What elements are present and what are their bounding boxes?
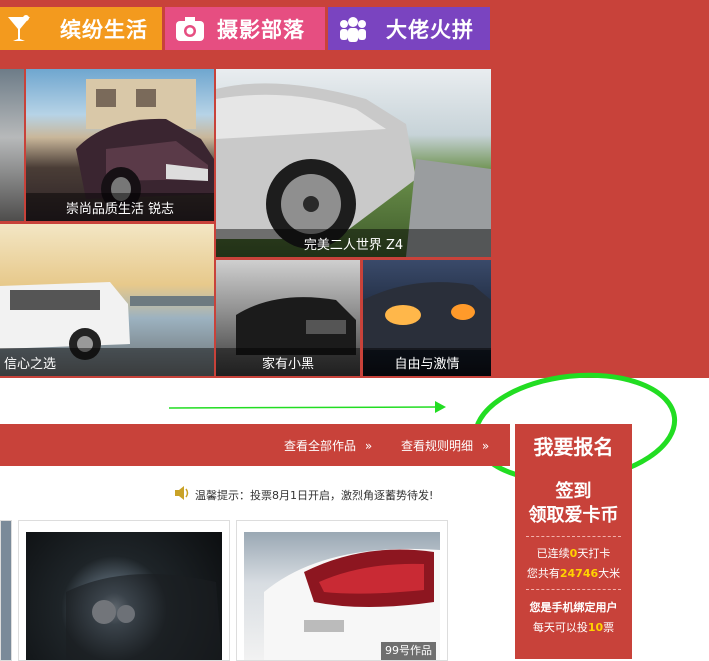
gallery-caption: 崇尚品质生活 锐志 bbox=[26, 193, 214, 221]
view-all-works-link[interactable]: 查看全部作品 » bbox=[284, 437, 372, 454]
work-thumb-partial[interactable] bbox=[0, 520, 12, 661]
speaker-icon bbox=[173, 485, 191, 504]
tab-label: 摄影部落 bbox=[217, 17, 305, 42]
gallery-tile-partial[interactable] bbox=[0, 69, 24, 221]
notice: 温馨提示：投票8月1日开启，激烈角逐蓄势待发! bbox=[173, 485, 433, 504]
checkin-subtitle[interactable]: 领取爱卡币 bbox=[515, 504, 632, 528]
view-rules-label: 查看规则明细 bbox=[401, 439, 474, 453]
gallery-tile-black-car[interactable]: 家有小黑 bbox=[216, 260, 360, 376]
tab-showdown[interactable]: 大佬火拼 bbox=[328, 7, 490, 50]
tab-photography[interactable]: 摄影部落 bbox=[165, 7, 325, 50]
cocktail-icon bbox=[0, 7, 38, 50]
work-photo: 99号作品 bbox=[244, 532, 440, 660]
gallery-tile-reiz[interactable]: 崇尚品质生活 锐志 bbox=[26, 69, 214, 221]
work-thumb[interactable] bbox=[18, 520, 230, 661]
work-photo bbox=[26, 532, 222, 660]
work-number-label: 99号作品 bbox=[381, 642, 436, 660]
checkin-panel: 签到 领取爱卡币 已连续0天打卡 您共有24746大米 您是手机绑定用户 每天可… bbox=[515, 466, 632, 659]
tab-lifestyle[interactable]: 缤纷生活 bbox=[0, 7, 162, 50]
divider bbox=[526, 589, 621, 590]
view-rules-link[interactable]: 查看规则明细 » bbox=[401, 437, 489, 454]
tab-label: 大佬火拼 bbox=[386, 17, 474, 42]
gallery-tile-lights[interactable]: 自由与激情 bbox=[363, 260, 491, 376]
double-chevron-icon: » bbox=[364, 439, 373, 453]
view-all-label: 查看全部作品 bbox=[284, 439, 357, 453]
total-text: 您共有24746大米 bbox=[526, 567, 621, 580]
divider bbox=[526, 536, 621, 537]
phone-bound-text: 您是手机绑定用户 bbox=[529, 601, 618, 614]
gallery-tile-suv[interactable]: 信心之选 bbox=[0, 224, 214, 376]
tab-label: 缤纷生活 bbox=[60, 17, 148, 42]
signup-button[interactable]: 我要报名 bbox=[515, 424, 632, 466]
work-thumb[interactable]: 99号作品 bbox=[236, 520, 448, 661]
checkin-title[interactable]: 签到 bbox=[515, 480, 632, 504]
gallery-tile-z4[interactable]: 完美二人世界 Z4 bbox=[216, 69, 491, 257]
camera-icon bbox=[165, 7, 215, 50]
group-icon bbox=[328, 7, 378, 50]
double-chevron-icon: » bbox=[481, 439, 490, 453]
votes-text: 每天可以投10票 bbox=[532, 621, 615, 634]
gallery-caption: 完美二人世界 Z4 bbox=[216, 229, 491, 257]
streak-text: 已连续0天打卡 bbox=[536, 547, 611, 560]
notice-text: 温馨提示：投票8月1日开启，激烈角逐蓄势待发! bbox=[195, 488, 434, 502]
